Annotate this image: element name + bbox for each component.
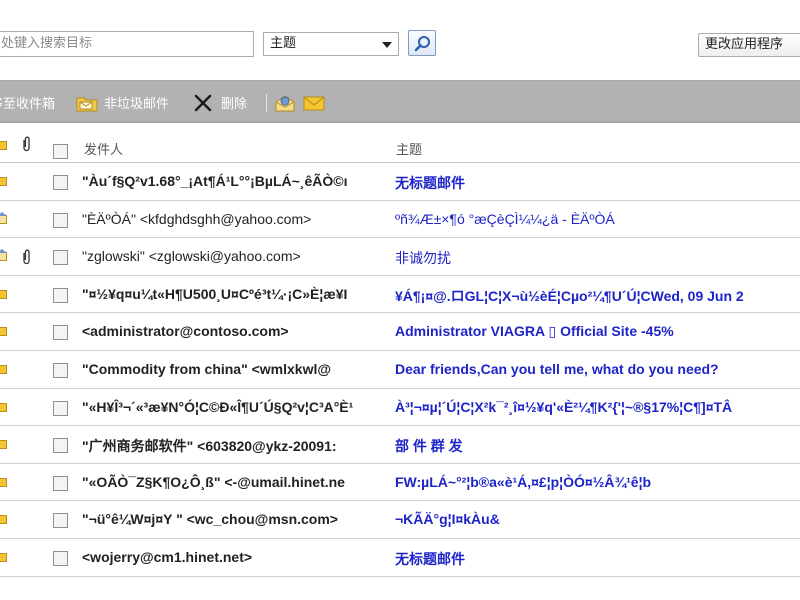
search-scope-value: 主题 bbox=[270, 36, 297, 51]
unread-envelope-icon bbox=[0, 515, 7, 525]
select-all-checkbox[interactable] bbox=[53, 144, 68, 159]
unread-envelope-icon bbox=[0, 477, 7, 487]
message-checkbox[interactable] bbox=[53, 212, 68, 228]
message-toolbar: 移至收件箱 非垃圾邮件 删除 bbox=[0, 80, 800, 123]
message-subject-link[interactable]: 无标题邮件 bbox=[395, 173, 800, 193]
search-bar: 处键入搜索目标 主题 更改应用程序 bbox=[0, 0, 800, 80]
message-row[interactable]: "zglowski" <zglowski@yahoo.com> 非诚勿扰 bbox=[0, 238, 800, 276]
message-sender: "广州商务邮软件" <603820@ykz-20091: bbox=[82, 438, 337, 455]
delete-x-icon bbox=[194, 94, 212, 111]
folder-mail-icon bbox=[76, 97, 98, 111]
message-checkbox[interactable] bbox=[53, 175, 68, 190]
message-subject-link[interactable]: 无标题邮件 bbox=[395, 549, 800, 569]
message-sender: "zglowski" <zglowski@yahoo.com> bbox=[82, 248, 301, 265]
envelope-column-icon[interactable] bbox=[0, 141, 7, 150]
read-envelope-icon bbox=[0, 211, 7, 224]
message-sender: "Àu´f§Q²v1.68°_¡At¶Á¹L°°¡BµLÁ~¸êÃÒ©ı bbox=[82, 173, 348, 189]
message-sender: "Commodity from china" <wmlxkwl@ bbox=[82, 360, 332, 377]
envelope-icon bbox=[303, 96, 325, 110]
unread-envelope-icon bbox=[0, 402, 7, 412]
message-checkbox[interactable] bbox=[53, 513, 68, 529]
message-rows: "Àu´f§Q²v1.68°_¡At¶Á¹L°°¡BµLÁ~¸êÃÒ©ı 无标题邮… bbox=[0, 163, 800, 577]
message-sender: "«H¥Î³¬´«³æ¥N°Ó¦C©Ð«Î¶U´Ú§Q²v¦C³A°È¹ bbox=[82, 398, 354, 415]
message-subject-link[interactable]: À³¦¬¤µ¦´Ú¦C¦X²k¯²¸î¤½¥q'«È²¼¶K²{'¦~®§17%… bbox=[395, 399, 800, 415]
search-icon bbox=[414, 36, 430, 52]
move-to-inbox-button[interactable]: 移至收件箱 bbox=[0, 81, 55, 124]
search-button[interactable] bbox=[408, 30, 436, 56]
message-row[interactable]: "¬ü°ê¼W¤j¤Y " <wc_chou@msn.com> ¬KÃÄ°g¦I¤… bbox=[0, 501, 800, 539]
message-sender: "¤½¥q¤u¼t«H¶U500¸U¤Cºé³t¼·¡C»È¦æ¥I bbox=[82, 285, 348, 302]
message-sender: <administrator@contoso.com> bbox=[82, 323, 289, 340]
message-row[interactable]: <administrator@contoso.com> Administrator… bbox=[0, 313, 800, 351]
unread-envelope-icon bbox=[0, 177, 7, 186]
message-row[interactable]: "ÈÄºÒÁ" <kfdghdsghh@yahoo.com> ºñ¾Æ±×¶ó °… bbox=[0, 200, 800, 239]
message-subject-link[interactable]: ¬KÃÄ°g¦I¤kÀu& bbox=[395, 511, 800, 527]
search-scope-select[interactable]: 主题 bbox=[263, 32, 399, 56]
message-row[interactable]: "广州商务邮软件" <603820@ykz-20091: 部 件 群 发 bbox=[0, 426, 800, 464]
attachment-column-icon[interactable] bbox=[20, 136, 32, 152]
change-application-button[interactable]: 更改应用程序 bbox=[698, 33, 800, 57]
message-subject-link[interactable]: 非诚勿扰 bbox=[395, 248, 800, 268]
chevron-down-icon bbox=[382, 42, 392, 48]
search-input[interactable]: 处键入搜索目标 bbox=[0, 31, 254, 57]
message-subject-link[interactable]: ¥Á¶¡¤@.ロGL¦C¦X¬ù½èÉ¦Cµo²¼¶U´Ú¦CWed, 09 J… bbox=[395, 286, 800, 306]
message-subject-link[interactable]: FW:µLÁ~°²¦b®a«è¹Á,¤£¦p¦ÒÓ¤½Â¾¹ê¦b bbox=[395, 474, 800, 490]
message-subject-link[interactable]: Administrator VIAGRA ▯ Official Site -45… bbox=[395, 323, 800, 340]
sender-column-header[interactable]: 发件人 bbox=[84, 139, 123, 158]
message-row[interactable]: "Àu´f§Q²v1.68°_¡At¶Á¹L°°¡BµLÁ~¸êÃÒ©ı 无标题邮… bbox=[0, 163, 800, 201]
delete-button[interactable]: 删除 bbox=[194, 81, 247, 124]
open-envelope-icon bbox=[275, 94, 295, 111]
message-row[interactable]: "¤½¥q¤u¼t«H¶U500¸U¤Cºé³t¼·¡C»È¦æ¥I ¥Á¶¡¤@… bbox=[0, 275, 800, 314]
message-row[interactable]: "«OÃÒ¯Z§K¶O¿Ô¸ß" <-@umail.hinet.ne FW:µLÁ… bbox=[0, 463, 800, 502]
message-checkbox[interactable] bbox=[53, 475, 68, 491]
message-subject-link[interactable]: ºñ¾Æ±×¶ó °æÇèÇÌ¼¼¿ä - ÈÄºÒÁ bbox=[395, 211, 800, 227]
not-junk-label: 非垃圾邮件 bbox=[104, 97, 170, 112]
attachment-icon bbox=[23, 249, 30, 265]
message-checkbox[interactable] bbox=[53, 287, 68, 303]
message-row[interactable]: "Commodity from china" <wmlxkwl@ Dear fri… bbox=[0, 350, 800, 389]
message-row[interactable]: "«H¥Î³¬´«³æ¥N°Ó¦C©Ð«Î¶U´Ú§Q²v¦C³A°È¹ À³¦¬… bbox=[0, 388, 800, 427]
not-junk-button[interactable]: 非垃圾邮件 bbox=[76, 81, 169, 124]
message-checkbox[interactable] bbox=[53, 362, 68, 378]
message-sender: "ÈÄºÒÁ" <kfdghdsghh@yahoo.com> bbox=[82, 210, 312, 227]
message-row[interactable]: <wojerry@cm1.hinet.net> 无标题邮件 bbox=[0, 538, 800, 577]
delete-label: 删除 bbox=[221, 97, 248, 112]
toolbar-divider bbox=[266, 94, 267, 112]
move-to-inbox-label: 移至收件箱 bbox=[0, 97, 56, 112]
message-subject-link[interactable]: Dear friends,Can you tell me, what do yo… bbox=[395, 361, 800, 377]
subject-column-header[interactable]: 主题 bbox=[396, 139, 422, 158]
message-checkbox[interactable] bbox=[53, 550, 68, 566]
message-list-header: 发件人 主题 bbox=[0, 123, 800, 163]
mark-read-button[interactable] bbox=[275, 81, 295, 124]
message-checkbox[interactable] bbox=[53, 325, 68, 341]
unread-envelope-icon bbox=[0, 364, 7, 374]
message-sender: "¬ü°ê¼W¤j¤Y " <wc_chou@msn.com> bbox=[82, 511, 338, 528]
unread-envelope-icon bbox=[0, 289, 7, 299]
message-sender: <wojerry@cm1.hinet.net> bbox=[82, 548, 253, 565]
unread-envelope-icon bbox=[0, 327, 7, 337]
unread-envelope-icon bbox=[0, 552, 7, 562]
read-envelope-icon bbox=[0, 249, 7, 262]
message-checkbox[interactable] bbox=[53, 400, 68, 416]
unread-envelope-icon bbox=[0, 440, 7, 450]
message-checkbox[interactable] bbox=[53, 438, 68, 454]
message-subject-link[interactable]: 部 件 群 发 bbox=[395, 436, 800, 456]
mark-unread-button[interactable] bbox=[303, 81, 325, 124]
message-checkbox[interactable] bbox=[53, 250, 68, 266]
message-list: 发件人 主题 "Àu´f§Q²v1.68°_¡At¶Á¹L°°¡BµLÁ~¸êÃ… bbox=[0, 123, 800, 577]
message-sender: "«OÃÒ¯Z§K¶O¿Ô¸ß" <-@umail.hinet.ne bbox=[82, 473, 345, 490]
